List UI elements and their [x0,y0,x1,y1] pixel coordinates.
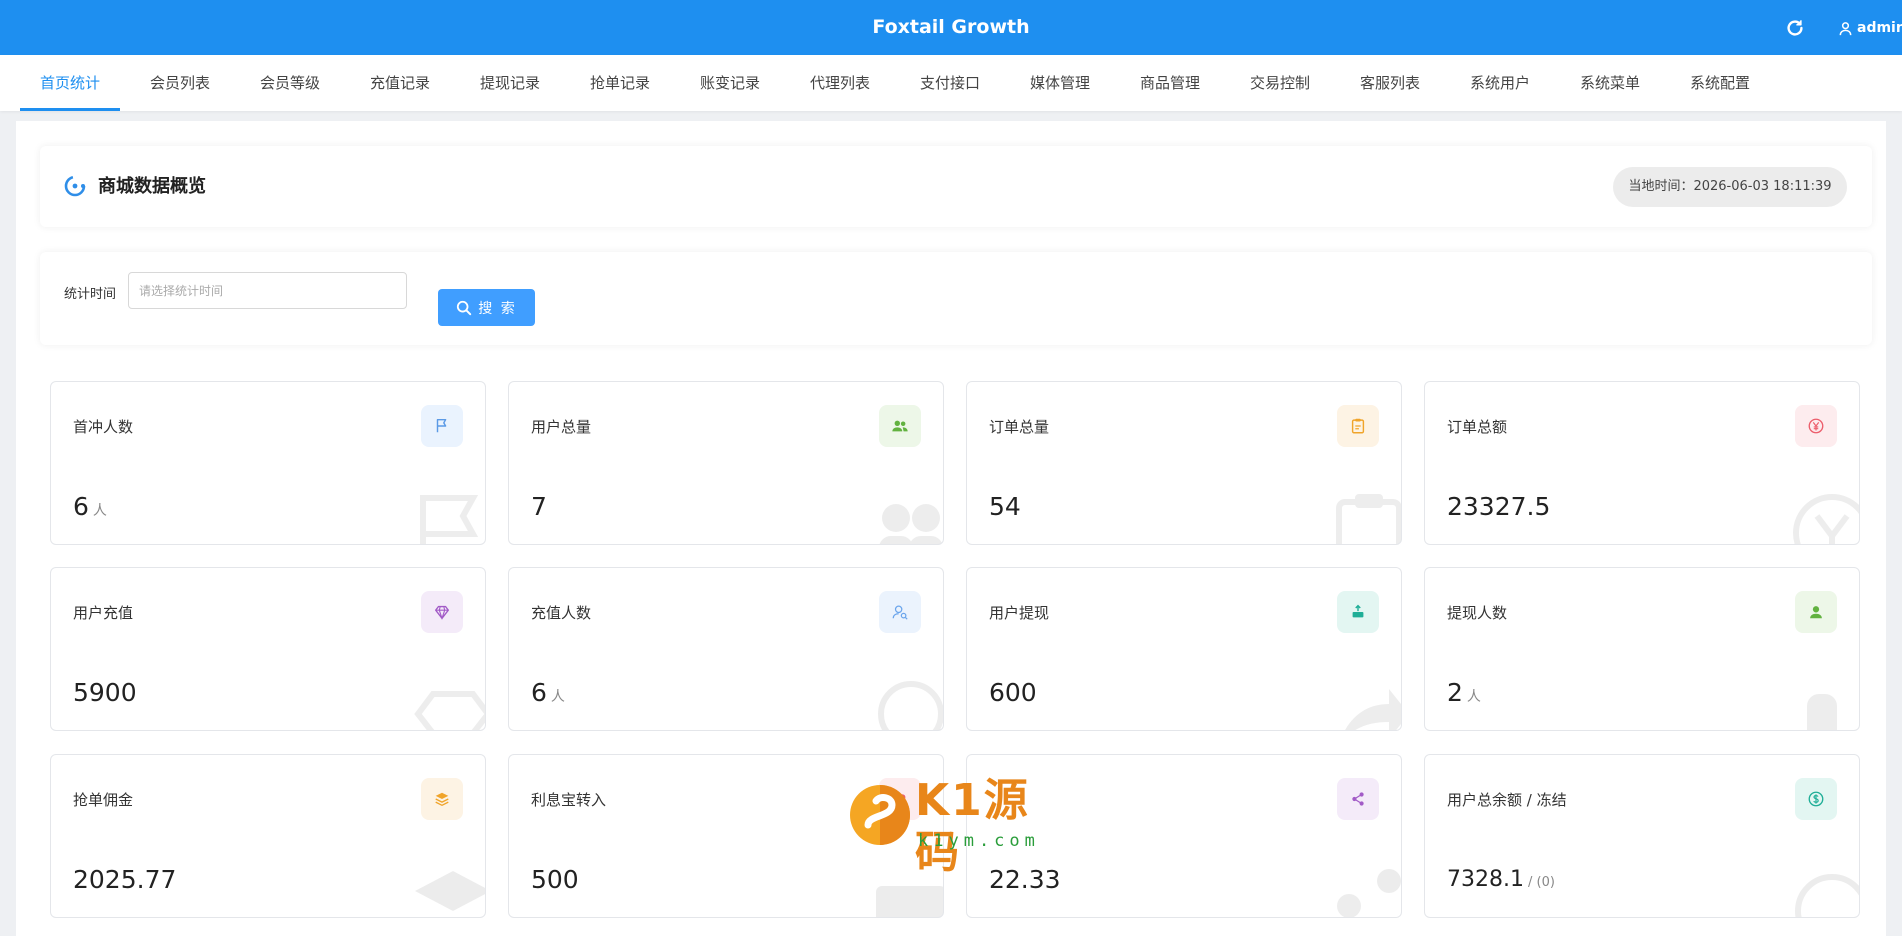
clipboard-icon [1337,405,1379,447]
stat-value: 7328.1/ (0) [1447,867,1555,892]
stat-value: 600 [989,678,1037,707]
dollar-icon [1795,778,1837,820]
stack-icon [421,778,463,820]
nav-item-support-list[interactable]: 客服列表 [1340,55,1440,111]
stat-value: 500 [531,865,579,894]
stat-card-user-withdraw: 用户提现 600 [966,567,1402,731]
overview-header [40,146,1872,227]
share-arrow-watermark-icon [1345,689,1401,730]
search-button[interactable]: 搜 索 [438,289,535,326]
stat-card-total-users: 用户总量 7 [508,381,944,545]
user-name: admin [1857,20,1902,36]
share-icon [1337,778,1379,820]
stat-label: 用户总余额 / 冻结 [1447,791,1567,809]
search-button-label: 搜 索 [478,300,517,317]
stat-value: 2人 [1447,678,1481,707]
user-menu[interactable]: admin [1838,18,1902,38]
overview-title: 商城数据概览 [98,176,206,197]
nav-item-system-config[interactable]: 系统配置 [1670,55,1770,111]
nav-item-home-stats[interactable]: 首页统计 [20,55,120,111]
person-icon [1795,591,1837,633]
nav-item-recharge-records[interactable]: 充值记录 [350,55,450,111]
stat-card-order-amount: 订单总额 23327.5 [1424,381,1860,545]
nav-item-system-menu[interactable]: 系统菜单 [1560,55,1660,111]
diamond-icon [421,591,463,633]
stat-card-grab-commission: 抢单佣金 2025.77 [50,754,486,918]
local-time-label: 当地时间： [1628,179,1694,194]
withdraw-icon [1337,591,1379,633]
stat-card-total-orders: 订单总量 54 [966,381,1402,545]
top-bar: Foxtail Growth admin [0,0,1902,55]
person-watermark-icon [1807,694,1837,730]
nav-item-product-management[interactable]: 商品管理 [1120,55,1220,111]
stat-card-total-balance: 用户总余额 / 冻结 7328.1/ (0) [1424,754,1860,918]
flag-watermark-icon [420,495,479,544]
nav-item-account-changes[interactable]: 账变记录 [680,55,780,111]
nav-item-member-level[interactable]: 会员等级 [240,55,340,111]
stat-value: 5900 [73,678,137,707]
watermark-url: k1ym.com [918,831,1040,851]
yen-icon [1795,405,1837,447]
nav-item-agent-list[interactable]: 代理列表 [790,55,890,111]
stat-card-first-recharge-users: 首冲人数 6人 [50,381,486,545]
stat-value: 54 [989,492,1021,521]
user-search-icon [879,591,921,633]
site-watermark-logo: K1源码 k1ym.com [850,775,1060,878]
stat-value: 7 [531,492,547,521]
app-title: Foxtail Growth [872,16,1030,38]
stat-value: 2025.77 [73,865,177,894]
refresh-icon[interactable] [1784,17,1806,39]
user-icon [1839,21,1852,35]
stat-value: 6人 [531,678,565,707]
nav-item-withdraw-records[interactable]: 提现记录 [460,55,560,111]
stat-label: 抢单佣金 [73,791,134,809]
stat-label: 首冲人数 [73,418,134,436]
dollar-watermark-icon [1795,874,1859,917]
stat-label: 订单总额 [1447,418,1508,436]
clipboard-watermark-icon [1336,494,1401,544]
stat-time-input[interactable] [128,272,407,309]
search-icon [457,300,472,315]
stat-value: 6人 [73,492,107,521]
nav-item-media-management[interactable]: 媒体管理 [1010,55,1110,111]
stat-card-recharge-users: 充值人数 6人 [508,567,944,731]
user-watermark-icon [878,681,943,730]
local-time-value: 2026-06-03 18:11:39 [1693,179,1832,194]
nav-item-payment-api[interactable]: 支付接口 [900,55,1000,111]
stat-label: 用户总量 [531,418,592,436]
diamond-watermark-icon [414,691,485,730]
stat-label: 订单总量 [989,418,1050,436]
users-watermark-icon [879,504,943,544]
local-time: 当地时间：2026-06-03 18:11:39 [1613,167,1847,207]
stat-label: 提现人数 [1447,604,1508,622]
main-nav: 首页统计 会员列表 会员等级 充值记录 提现记录 抢单记录 账变记录 代理列表 … [0,55,1902,111]
flag-icon [421,405,463,447]
nav-item-trade-control[interactable]: 交易控制 [1230,55,1330,111]
stat-value: 23327.5 [1447,492,1551,521]
stat-label: 用户充值 [73,604,134,622]
stat-card-user-recharge: 用户充值 5900 [50,567,486,731]
nav-item-order-grab-records[interactable]: 抢单记录 [570,55,670,111]
yen-watermark-icon [1793,494,1859,544]
spinner-icon [62,173,88,199]
nav-item-member-list[interactable]: 会员列表 [130,55,230,111]
stat-label: 充值人数 [531,604,592,622]
stack-watermark-icon [415,871,485,911]
stat-card-withdraw-users: 提现人数 2人 [1424,567,1860,731]
share-watermark-icon [1337,869,1401,917]
users-icon [879,405,921,447]
stat-label: 利息宝转入 [531,791,607,809]
watermark-brand: K1源码 [915,775,1030,878]
stat-time-label: 统计时间 [64,287,117,302]
stat-label: 用户提现 [989,604,1050,622]
nav-item-system-users[interactable]: 系统用户 [1450,55,1550,111]
